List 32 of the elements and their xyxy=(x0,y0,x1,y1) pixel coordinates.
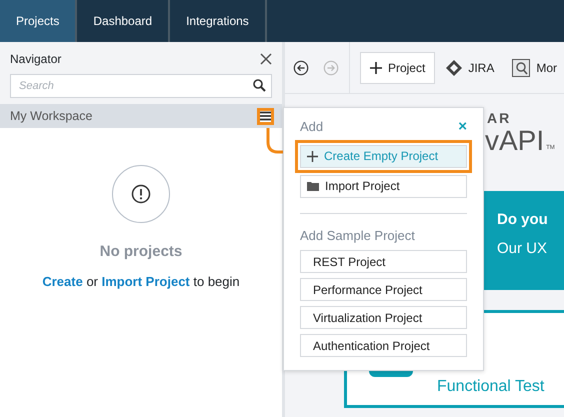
section-title: Add Sample Project xyxy=(300,226,416,245)
search-icon[interactable] xyxy=(253,79,266,92)
create-link[interactable]: Create xyxy=(42,274,83,288)
tab[interactable]: Projects xyxy=(0,0,78,42)
banner-text: Our UX xyxy=(497,238,548,258)
hint-text: to begin xyxy=(192,274,240,288)
search-field[interactable]: Search xyxy=(10,74,272,98)
brand-text: AR xyxy=(486,111,512,125)
banner-title: Do you xyxy=(497,210,549,230)
plus-icon xyxy=(307,150,318,162)
sample-project-button[interactable]: Authentication Project xyxy=(300,334,467,357)
folder-icon xyxy=(307,181,319,191)
toolbar-button[interactable]: Mor xyxy=(505,52,564,82)
hint-text: or xyxy=(85,274,99,288)
sample-project-button[interactable]: Virtualization Project xyxy=(300,306,467,329)
back-icon[interactable] xyxy=(293,58,310,76)
sample-project-button[interactable]: REST Project xyxy=(300,250,467,273)
warning-icon xyxy=(131,184,151,204)
panel-title: Navigator xyxy=(10,51,62,68)
menu-title: Add xyxy=(300,118,324,136)
toolbar-button[interactable]: JIRA xyxy=(439,52,502,82)
import-link[interactable]: Import Project xyxy=(102,274,190,288)
plus-icon xyxy=(370,62,382,74)
brand-name: vAPI xyxy=(485,127,544,155)
diamond-icon xyxy=(446,60,462,76)
menu-button[interactable] xyxy=(257,108,274,124)
empty-state-title: No projects xyxy=(100,242,182,262)
toolbar-button[interactable]: Project xyxy=(360,52,436,84)
close-icon[interactable] xyxy=(260,53,272,65)
menu-item[interactable]: Import Project xyxy=(300,174,467,198)
sample-project-button[interactable]: Performance Project xyxy=(300,278,467,301)
menu-icon xyxy=(260,111,271,121)
